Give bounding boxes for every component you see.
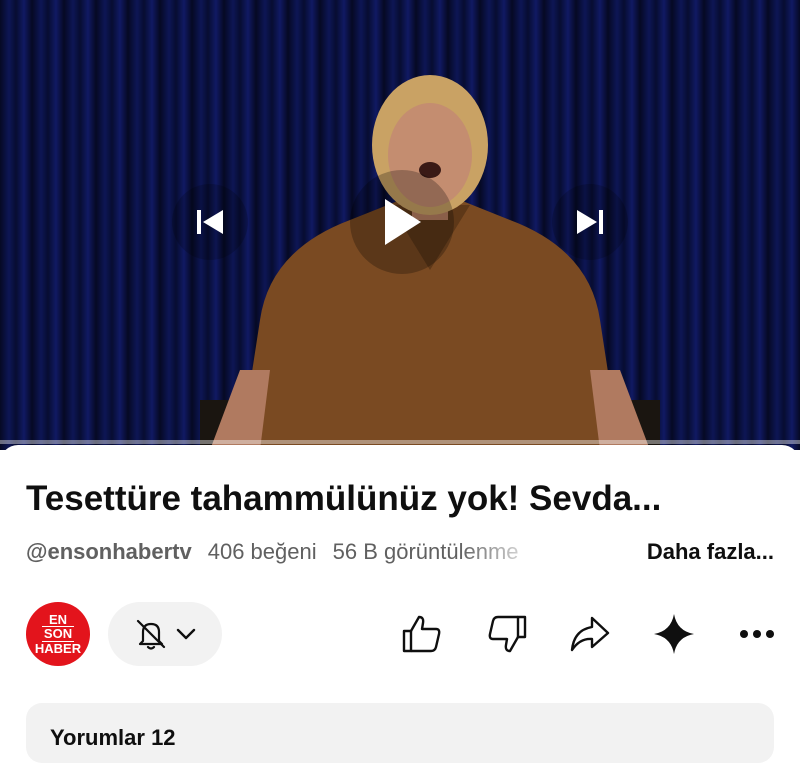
like-icon [402,615,441,653]
video-title[interactable]: Tesettüre tahammülünüz yok! Sevda... [26,479,661,519]
dislike-button[interactable] [484,611,530,657]
previous-icon [197,210,223,234]
progress-bar[interactable] [0,440,800,444]
play-button[interactable] [350,170,454,274]
comments-section[interactable]: Yorumlar 12 [26,703,774,763]
likes-count: 406 beğeni [207,539,317,564]
more-icon [740,630,774,638]
more-actions-button[interactable] [734,611,780,657]
channel-handle[interactable]: @ensonhabertv [26,539,192,565]
views-count: 56 B görüntülenme [332,539,519,564]
previous-button[interactable] [172,184,248,260]
share-icon [570,616,610,652]
video-info-panel: Tesettüre tahammülünüz yok! Sevda... @en… [0,445,800,763]
video-meta[interactable]: @ensonhabertv 406 beğeni 56 B görüntülen… [26,539,543,565]
avatar-line-2: SON [41,626,75,642]
more-button[interactable]: Daha fazla... [647,539,774,565]
dislike-icon [488,615,527,653]
next-button[interactable] [552,184,628,260]
share-button[interactable] [567,611,613,657]
avatar-line-3: HABER [34,640,82,656]
play-icon [385,199,421,245]
next-icon [577,210,603,234]
chevron-down-icon [176,628,196,640]
avatar-line-1: EN [48,611,68,627]
sparkle-button[interactable] [651,611,697,657]
video-player[interactable] [0,0,800,450]
channel-avatar[interactable]: EN SON HABER [26,602,90,666]
notification-button[interactable] [108,602,222,666]
sparkle-icon [654,614,694,654]
like-button[interactable] [399,611,445,657]
comments-label: Yorumlar 12 [50,725,176,750]
bell-off-icon [136,619,166,650]
